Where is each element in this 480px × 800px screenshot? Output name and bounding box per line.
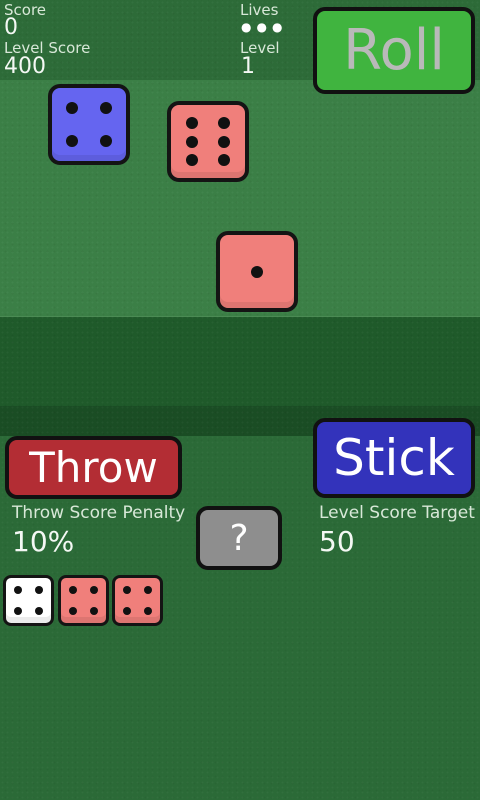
lives-label: Lives (240, 1, 279, 19)
die-pip (100, 101, 113, 114)
table-divider (0, 316, 480, 407)
score-value: 0 (4, 15, 18, 40)
stick-button[interactable]: Stick (313, 418, 475, 498)
level-target-label: Level Score Target (319, 503, 475, 523)
rolled-die-red[interactable] (216, 231, 298, 312)
kept-die-white[interactable] (3, 575, 54, 626)
die-pip (251, 265, 263, 278)
die-pip (123, 586, 132, 595)
die-pip (69, 606, 78, 615)
die-pip (65, 135, 78, 148)
die-pip (185, 135, 198, 148)
throw-penalty-value: 10% (12, 525, 75, 558)
die-pip (14, 586, 23, 595)
die-pip (218, 117, 231, 130)
die-pip (185, 153, 198, 166)
level-target-value: 50 (319, 525, 355, 558)
die-pip (89, 606, 98, 615)
die-pip (143, 606, 152, 615)
die-pip (143, 586, 152, 595)
rolled-die-blue[interactable] (48, 84, 130, 165)
lives-indicator: ●●● (241, 20, 288, 34)
die-pip (218, 135, 231, 148)
level-score-value: 400 (4, 54, 46, 79)
kept-die-red[interactable] (112, 575, 163, 626)
die-pip (65, 101, 78, 114)
die-pip (89, 586, 98, 595)
level-value: 1 (241, 54, 255, 79)
kept-die-red[interactable] (58, 575, 109, 626)
throw-button[interactable]: Throw (5, 436, 182, 499)
die-pip (34, 606, 43, 615)
die-pip (100, 135, 113, 148)
die-pip (14, 606, 23, 615)
die-pip (69, 586, 78, 595)
die-pip (185, 117, 198, 130)
die-pip (123, 606, 132, 615)
die-pip (218, 153, 231, 166)
die-pip (34, 586, 43, 595)
help-button[interactable]: ? (196, 506, 282, 570)
rolled-die-red[interactable] (167, 101, 249, 182)
roll-button[interactable]: Roll (313, 7, 475, 94)
throw-penalty-label: Throw Score Penalty (12, 503, 186, 523)
